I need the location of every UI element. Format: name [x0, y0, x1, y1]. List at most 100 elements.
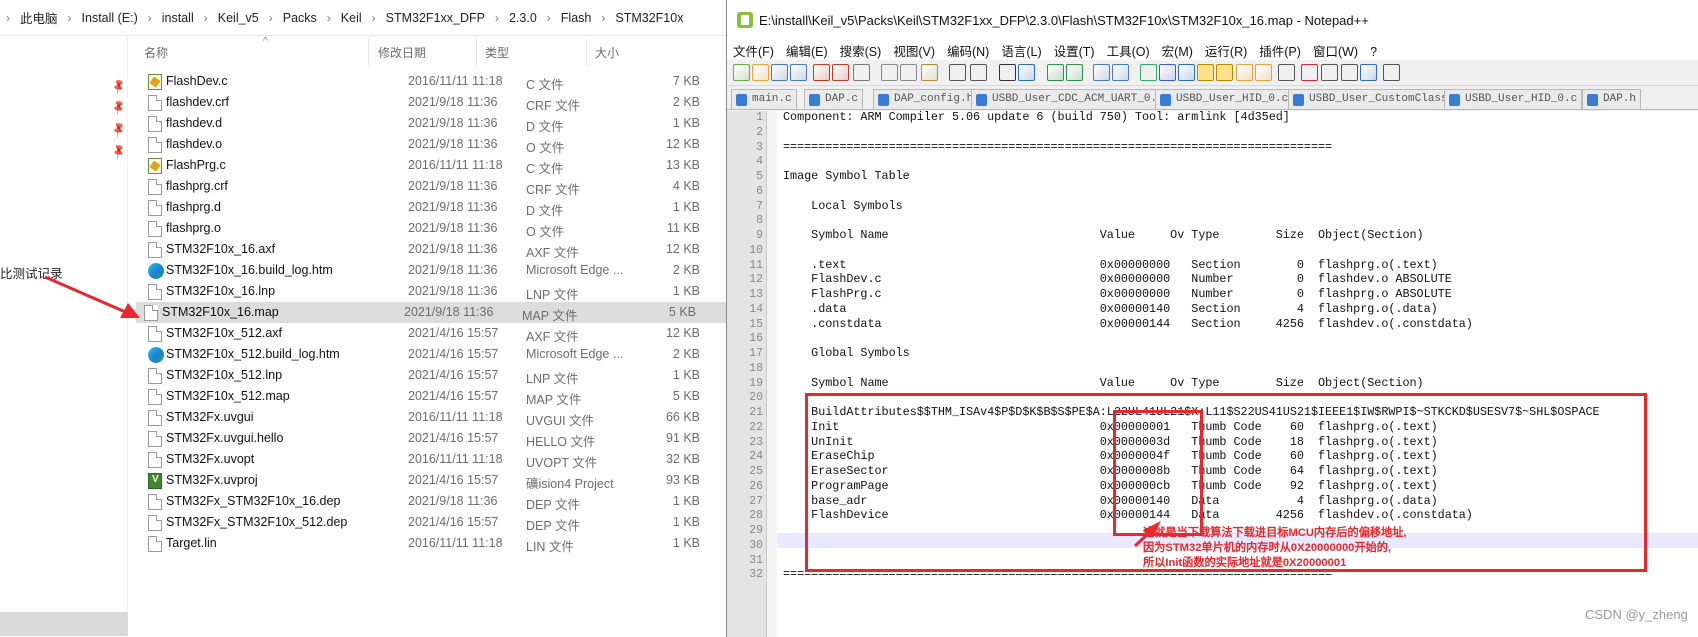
sync-horizontal-icon[interactable]: [1112, 64, 1129, 81]
chevron-right-icon[interactable]: ›: [142, 11, 158, 25]
file-row[interactable]: STM32F10x_512.map 2021/4/16 15:57 MAP 文件 5 …: [140, 386, 726, 407]
chevron-right-icon[interactable]: ›: [541, 11, 557, 25]
breadcrumb-item[interactable]: Install (E:): [78, 11, 142, 25]
chevron-right-icon[interactable]: ›: [0, 11, 16, 25]
code-line[interactable]: FlashDev.c 0x00000000 Number 0 flashdev.…: [783, 272, 1452, 287]
column-header-date[interactable]: 修改日期: [378, 44, 426, 61]
tab-document[interactable]: DAP_config.h: [873, 89, 979, 109]
breadcrumb-item[interactable]: Keil: [337, 11, 366, 25]
file-row[interactable]: STM32F10x_512.lnp 2021/4/16 15:57 LNP 文件 1 …: [140, 365, 726, 386]
code-line[interactable]: .data 0x00000140 Section 4 flashprg.o(.d…: [783, 302, 1438, 317]
pin-icon[interactable]: 📌: [109, 142, 128, 161]
save-icon[interactable]: [771, 64, 788, 81]
file-row[interactable]: FlashPrg.c 2016/11/11 11:18 C 文件 13 KB: [140, 155, 726, 176]
code-line[interactable]: FlashPrg.c 0x00000000 Number 0 flashprg.…: [783, 287, 1452, 302]
file-row[interactable]: flashdev.crf 2021/9/18 11:36 CRF 文件 2 KB: [140, 92, 726, 113]
menu-item[interactable]: 运行(R): [1199, 40, 1253, 60]
cut-icon[interactable]: [881, 64, 898, 81]
file-row[interactable]: STM32Fx.uvgui.hello 2021/4/16 15:57 HELLO …: [140, 428, 726, 449]
file-row[interactable]: STM32F10x_16.build_log.htm 2021/9/18 11:3…: [140, 260, 726, 281]
file-row[interactable]: STM32F10x_16.axf 2021/9/18 11:36 AXF 文件 12 …: [140, 239, 726, 260]
tab-document[interactable]: USBD_User_CDC_ACM_UART_0.c: [971, 89, 1169, 109]
undo-icon[interactable]: [949, 64, 966, 81]
menu-item[interactable]: 宏(M): [1156, 40, 1199, 60]
chevron-right-icon[interactable]: ›: [198, 11, 214, 25]
file-row[interactable]: STM32Fx.uvgui 2016/11/11 11:18 UVGUI 文件 66 …: [140, 407, 726, 428]
pin-icon[interactable]: 📌: [109, 98, 128, 117]
menu-item[interactable]: 设置(T): [1048, 40, 1101, 60]
chevron-right-icon[interactable]: ›: [366, 11, 382, 25]
code-line[interactable]: Image Symbol Table: [783, 169, 910, 184]
udl-icon[interactable]: [1197, 64, 1214, 81]
chevron-right-icon[interactable]: ›: [263, 11, 279, 25]
file-row[interactable]: flashdev.d 2021/9/18 11:36 D 文件 1 KB: [140, 113, 726, 134]
save-macro-icon[interactable]: [1383, 64, 1400, 81]
file-row[interactable]: STM32Fx.uvopt 2016/11/11 11:18 UVOPT 文件 32 …: [140, 449, 726, 470]
replace-icon[interactable]: [1018, 64, 1035, 81]
file-row[interactable]: STM32F10x_512.axf 2021/4/16 15:57 AXF 文件 12…: [140, 323, 726, 344]
file-row[interactable]: FlashDev.c 2016/11/11 11:18 C 文件 7 KB: [140, 71, 726, 92]
breadcrumb-item[interactable]: STM32F10x: [611, 11, 687, 25]
breadcrumb-item[interactable]: Packs: [279, 11, 321, 25]
file-row-selected[interactable]: STM32F10x_16.map 2021/9/18 11:36 MAP 文件 5 K…: [136, 302, 726, 323]
run-macro-icon[interactable]: [1360, 64, 1377, 81]
code-line[interactable]: Local Symbols: [783, 199, 903, 214]
breadcrumb-item[interactable]: Flash: [557, 11, 596, 25]
tab-document[interactable]: DAP.h: [1582, 89, 1642, 109]
code-line[interactable]: ========================================…: [783, 140, 1332, 155]
code-line[interactable]: .text 0x00000000 Section 0 flashprg.o(.t…: [783, 258, 1438, 273]
redo-icon[interactable]: [970, 64, 987, 81]
file-row[interactable]: STM32Fx_STM32F10x_512.dep 2021/4/16 15:57…: [140, 512, 726, 533]
pin-icon[interactable]: 📌: [109, 120, 128, 139]
code-line[interactable]: Component: ARM Compiler 5.06 update 6 (b…: [783, 110, 1290, 125]
file-row[interactable]: STM32F10x_16.lnp 2021/9/18 11:36 LNP 文件 1 K…: [140, 281, 726, 302]
open-file-icon[interactable]: [752, 64, 769, 81]
tab-document[interactable]: USBD_User_HID_0.c: [1444, 89, 1583, 109]
code-line[interactable]: .constdata 0x00000144 Section 4256 flash…: [783, 317, 1473, 332]
close-icon[interactable]: [813, 64, 830, 81]
chevron-right-icon[interactable]: ›: [489, 11, 505, 25]
sync-vertical-icon[interactable]: [1093, 64, 1110, 81]
code-line[interactable]: Global Symbols: [783, 346, 910, 361]
paste-icon[interactable]: [921, 64, 938, 81]
word-wrap-icon[interactable]: [1140, 64, 1157, 81]
breadcrumb-item[interactable]: 2.3.0: [505, 11, 541, 25]
breadcrumb-item[interactable]: 此电脑: [16, 8, 62, 27]
file-row[interactable]: STM32Fx.uvproj 2021/4/16 15:57 礦ision4 Pro…: [140, 470, 726, 491]
file-row[interactable]: STM32F10x_512.build_log.htm 2021/4/16 15:…: [140, 344, 726, 365]
close-all-icon[interactable]: [832, 64, 849, 81]
breadcrumb-item[interactable]: install: [158, 11, 198, 25]
record-macro-icon[interactable]: [1301, 64, 1318, 81]
save-all-icon[interactable]: [790, 64, 807, 81]
menu-item[interactable]: 文件(F): [727, 40, 780, 60]
nav-item-selected[interactable]: [0, 612, 128, 636]
column-header-size[interactable]: 大小: [595, 44, 619, 61]
file-row[interactable]: flashprg.o 2021/9/18 11:36 O 文件 11 KB: [140, 218, 726, 239]
code-line[interactable]: Symbol Name Value Ov Type Size Object(Se…: [783, 228, 1423, 243]
menu-item[interactable]: 语言(L): [995, 40, 1047, 60]
stop-macro-icon[interactable]: [1321, 64, 1338, 81]
menu-item[interactable]: 视图(V): [887, 40, 941, 60]
doc-map-icon[interactable]: [1216, 64, 1233, 81]
column-header-name[interactable]: 名称: [144, 44, 168, 61]
function-list-icon[interactable]: [1236, 64, 1253, 81]
print-icon[interactable]: [853, 64, 870, 81]
folder-workspace-icon[interactable]: [1255, 64, 1272, 81]
new-file-icon[interactable]: [733, 64, 750, 81]
copy-icon[interactable]: [900, 64, 917, 81]
breadcrumb-item[interactable]: STM32F1xx_DFP: [382, 11, 489, 25]
menu-item[interactable]: 窗口(W): [1307, 40, 1364, 60]
menu-item[interactable]: 搜索(S): [834, 40, 888, 60]
code-line[interactable]: Symbol Name Value Ov Type Size Object(Se…: [783, 376, 1423, 391]
file-row[interactable]: flashdev.o 2021/9/18 11:36 O 文件 12 KB: [140, 134, 726, 155]
editor-area[interactable]: 1 2 3 4 5 6 7 8 9 10 11 12 13 14 15 16 17 18 19 20 21 22 23 24 2…: [727, 110, 1698, 637]
chevron-right-icon[interactable]: ›: [321, 11, 337, 25]
menu-item[interactable]: 编码(N): [941, 40, 995, 60]
tab-document[interactable]: main.c: [731, 89, 797, 109]
indent-guide-icon[interactable]: [1178, 64, 1195, 81]
menu-item[interactable]: 插件(P): [1253, 40, 1307, 60]
zoom-out-icon[interactable]: [1066, 64, 1083, 81]
nav-item-label[interactable]: 比测试记录: [0, 263, 63, 282]
breadcrumb[interactable]: › 此电脑 › Install (E:) › install › Keil_v5 › Packs ›…: [0, 0, 726, 36]
show-all-chars-icon[interactable]: [1159, 64, 1176, 81]
